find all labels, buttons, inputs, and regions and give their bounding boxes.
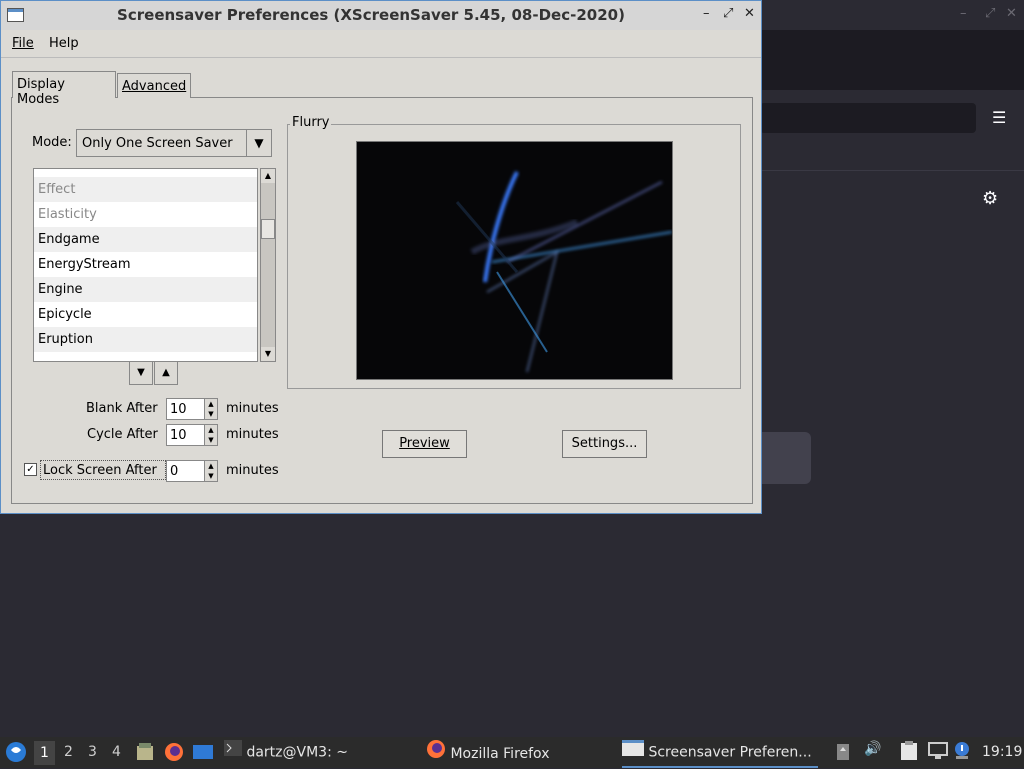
close-button[interactable]: ✕: [744, 6, 755, 21]
settings-button-label: Settings...: [571, 436, 638, 451]
workspace-2[interactable]: 2: [64, 744, 73, 760]
task-screensaver-label: Screensaver Preferen...: [648, 744, 812, 761]
update-notifier-icon[interactable]: [954, 741, 970, 765]
screensaver-list[interactable]: Effect Elasticity Endgame EnergyStream E…: [33, 168, 258, 362]
tab-advanced-label: Advanced: [122, 79, 187, 94]
menu-help-label: Help: [49, 36, 79, 51]
list-item[interactable]: Endgame: [34, 227, 257, 252]
list-item[interactable]: Elasticity: [34, 202, 257, 227]
menu-help[interactable]: Help: [49, 36, 79, 51]
clock[interactable]: 19:19: [982, 744, 1022, 760]
cycle-after-value: 10: [170, 428, 187, 443]
spinner-arrows-icon[interactable]: ▲ ▼: [204, 425, 217, 445]
list-item[interactable]: Epicycle: [34, 302, 257, 327]
tab-advanced[interactable]: Advanced: [117, 73, 191, 98]
next-saver-button[interactable]: ▼: [129, 361, 153, 385]
flurry-graphic: [455, 171, 672, 373]
task-screensaver[interactable]: Screensaver Preferen...: [622, 739, 818, 768]
blank-after-spinner[interactable]: 10 ▲ ▼: [166, 398, 218, 420]
tab-display-modes[interactable]: Display Modes: [12, 71, 116, 107]
firefox-toolbar: [760, 30, 1024, 90]
workspace-3[interactable]: 3: [88, 744, 97, 760]
lock-after-unit: minutes: [226, 463, 279, 478]
firefox-icon[interactable]: [164, 742, 184, 766]
list-item[interactable]: Engine: [34, 277, 257, 302]
minimize-button[interactable]: –: [703, 6, 710, 21]
preview-frame-title: Flurry: [290, 115, 332, 130]
settings-button[interactable]: Settings...: [562, 430, 647, 458]
arrow-up-icon: ▲: [162, 367, 170, 378]
maximize-icon[interactable]: ⤢: [985, 6, 995, 21]
scroll-tray-icon[interactable]: [836, 742, 850, 766]
menubar: File Help: [1, 30, 761, 58]
window-titlebar: Screensaver Preferences (XScreenSaver 5.…: [1, 1, 761, 31]
task-terminal[interactable]: dartz@VM3: ~: [224, 739, 348, 766]
list-item[interactable]: EnergyStream: [34, 252, 257, 277]
blank-after-unit: minutes: [226, 401, 279, 416]
tab-display-modes-label: Display Modes: [17, 77, 65, 107]
volume-icon[interactable]: 🔊: [864, 741, 881, 757]
arrow-down-icon: ▼: [137, 367, 145, 378]
desktop-icon[interactable]: [192, 742, 214, 766]
task-firefox-label: Mozilla Firefox: [450, 746, 550, 762]
firefox-icon: [426, 739, 446, 769]
list-scrollbar[interactable]: ▲ ▼: [260, 168, 276, 362]
task-firefox[interactable]: Mozilla Firefox: [426, 739, 549, 766]
flurry-preview-image: [356, 141, 673, 380]
firefox-url-bar[interactable]: [760, 103, 976, 133]
task-terminal-label: dartz@VM3: ~: [246, 744, 348, 761]
mode-label: Mode:: [32, 135, 72, 150]
network-icon[interactable]: [928, 742, 948, 764]
lock-after-spinner[interactable]: 0 ▲ ▼: [166, 460, 218, 482]
lock-screen-checkbox[interactable]: ✓: [24, 463, 37, 476]
firefox-background-window: – ⤢ ✕ ☰ ⚙: [760, 0, 1024, 740]
taskbar: 1 2 3 4 dartz@VM3: ~ Mozilla Firefox Scr…: [0, 737, 1024, 768]
hamburger-menu-icon[interactable]: ☰: [992, 108, 1006, 127]
menu-file-label: File: [12, 36, 34, 51]
prev-saver-button[interactable]: ▲: [154, 361, 178, 385]
mode-select[interactable]: Only One Screen Saver ▼: [76, 129, 272, 157]
window-title: Screensaver Preferences (XScreenSaver 5.…: [117, 6, 625, 24]
cycle-after-label: Cycle After: [87, 427, 158, 442]
firefox-titlebar: – ⤢ ✕: [760, 0, 1024, 30]
scroll-down-icon[interactable]: ▼: [261, 347, 275, 361]
scroll-up-icon[interactable]: ▲: [261, 169, 275, 183]
workspace-1[interactable]: 1: [34, 741, 55, 765]
terminal-icon: [224, 739, 242, 766]
chevron-down-icon[interactable]: ▼: [246, 130, 271, 156]
spinner-arrows-icon[interactable]: ▲ ▼: [204, 399, 217, 419]
list-item[interactable]: Eruption: [34, 327, 257, 352]
firefox-content-card[interactable]: [760, 432, 811, 484]
blank-after-value: 10: [170, 402, 187, 417]
menu-file[interactable]: File: [12, 36, 34, 51]
workspace-4[interactable]: 4: [112, 744, 121, 760]
clipboard-icon[interactable]: [900, 741, 918, 765]
blank-after-label: Blank After: [86, 401, 158, 416]
lxqt-menu-icon[interactable]: [5, 741, 27, 767]
window-icon: [622, 739, 644, 766]
cycle-after-spinner[interactable]: 10 ▲ ▼: [166, 424, 218, 446]
lock-screen-label[interactable]: Lock Screen After: [43, 463, 157, 478]
scrollbar-thumb[interactable]: [261, 219, 275, 239]
file-manager-icon[interactable]: [136, 742, 154, 766]
preview-button[interactable]: Preview: [382, 430, 467, 458]
mode-select-value: Only One Screen Saver: [82, 136, 233, 151]
cycle-after-unit: minutes: [226, 427, 279, 442]
lock-after-value: 0: [170, 464, 179, 479]
spinner-arrows-icon[interactable]: ▲ ▼: [204, 461, 217, 481]
minimize-icon[interactable]: –: [960, 6, 967, 21]
gear-icon[interactable]: ⚙: [982, 188, 998, 209]
firefox-divider: [760, 140, 1024, 171]
close-icon[interactable]: ✕: [1006, 6, 1017, 21]
maximize-button[interactable]: ⤢: [723, 6, 733, 21]
preview-button-label: Preview: [399, 436, 450, 451]
list-item[interactable]: Effect: [34, 177, 257, 202]
